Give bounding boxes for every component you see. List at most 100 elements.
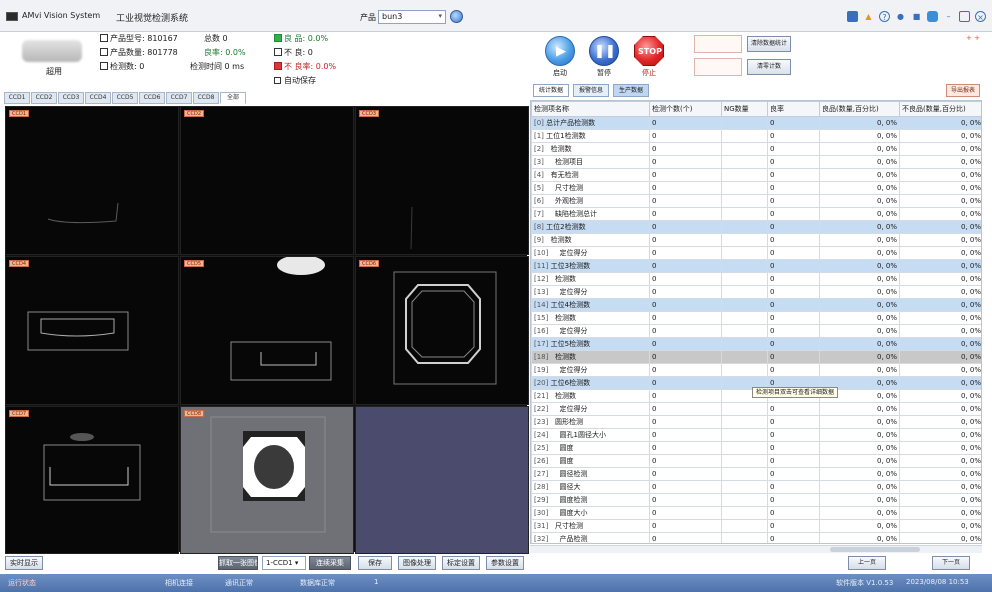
table-row[interactable]: [4] 有无检测 0 0 0, 0% 0, 0% [531,168,981,182]
camera-view-7[interactable]: CCD7 [5,406,179,554]
row-name: [3] 检测项目 [531,155,650,169]
count-display-1 [694,35,742,53]
maximize-icon[interactable] [959,11,970,22]
calibration-button[interactable]: 标定设置 [442,556,480,570]
row-bad: 0, 0% [899,194,981,208]
table-row[interactable]: [25] 圆度 0 0 0, 0% 0, 0% [531,441,981,455]
export-report-button[interactable]: 导出报表 [946,84,980,97]
camera-view-4[interactable]: CCD4 [5,256,179,405]
column-header[interactable]: 检测个数(个) [649,101,722,117]
table-row[interactable]: [5] 尺寸检测 0 0 0, 0% 0, 0% [531,181,981,195]
row-count: 0 [649,363,722,377]
live-capture-button[interactable]: 连续采集 [309,556,351,570]
reset-stats-button[interactable]: 清除数据统计 [747,36,791,52]
table-row[interactable]: [7] 缺陷检测总计 0 0 0, 0% 0, 0% [531,207,981,221]
param-settings-button[interactable]: 参数设置 [486,556,524,570]
prev-page-button[interactable]: 上一页 [848,556,886,570]
camera-image-8 [210,416,326,533]
table-row[interactable]: [18] 检测数 0 0 0, 0% 0, 0% [531,350,981,364]
next-page-button[interactable]: 下一页 [932,556,970,570]
auto-save-checkbox[interactable]: 自动保存 [274,75,316,86]
clear-count-button[interactable]: 清零计数 [747,59,791,75]
table-row[interactable]: [9] 检测数 0 0 0, 0% 0, 0% [531,233,981,247]
table-row[interactable]: [31] 尺寸检测 0 0 0, 0% 0, 0% [531,519,981,533]
column-header[interactable]: 不良品(数量,百分比) [899,101,981,117]
lock-icon[interactable]: ■ [911,11,922,22]
camera-view-3[interactable]: CCD3 [355,106,529,255]
table-row[interactable]: [8] 工位2检测数 0 0 0, 0% 0, 0% [531,220,981,234]
scrollbar-thumb[interactable] [830,547,920,552]
camera-view-2[interactable]: CCD2 [180,106,354,255]
tab-ccd5[interactable]: CCD5 [112,92,138,104]
layout-icon[interactable] [847,11,858,22]
tab-ccd2[interactable]: CCD2 [31,92,57,104]
table-row[interactable]: [0] 总计产品检测数 0 0 0, 0% 0, 0% [531,116,981,130]
table-row[interactable]: [17] 工位5检测数 0 0 0, 0% 0, 0% [531,337,981,351]
minimize-icon[interactable]: – [943,11,954,22]
table-row[interactable]: [15] 检测数 0 0 0, 0% 0, 0% [531,311,981,325]
product-select[interactable]: bun3 ▾ [378,10,446,24]
row-rate: 0 [767,285,820,299]
table-row[interactable]: [2] 检测数 0 0 0, 0% 0, 0% [531,142,981,156]
user-icon[interactable]: ● [895,11,906,22]
tab-ccd7[interactable]: CCD7 [166,92,192,104]
table-row[interactable]: [24] 圆孔1圆径大小 0 0 0, 0% 0, 0% [531,428,981,442]
tab-ccd4[interactable]: CCD4 [85,92,111,104]
close-icon[interactable]: × [975,11,986,22]
table-row[interactable]: [13] 定位得分 0 0 0, 0% 0, 0% [531,285,981,299]
table-row[interactable]: [28] 圆径大 0 0 0, 0% 0, 0% [531,480,981,494]
image-process-button[interactable]: 图像处理 [398,556,436,570]
table-row[interactable]: [3] 检测项目 0 0 0, 0% 0, 0% [531,155,981,169]
settings-icon[interactable] [927,11,938,22]
help-icon[interactable]: ? [879,11,890,22]
table-row[interactable]: [11] 工位3检测数 0 0 0, 0% 0, 0% [531,259,981,273]
alert-icon[interactable]: ▲ [863,11,874,22]
table-row[interactable]: [27] 圆径检测 0 0 0, 0% 0, 0% [531,467,981,481]
row-count: 0 [649,246,722,260]
column-header[interactable]: 良品(数量,百分比) [819,101,900,117]
tab-alarm[interactable]: 报警信息 [573,84,610,97]
column-header[interactable]: 良率 [767,101,820,117]
capture-button[interactable]: 抓取一张图像 [218,556,258,570]
table-row[interactable]: [32] 产品检测 0 0 0, 0% 0, 0% [531,532,981,543]
table-row[interactable]: [19] 定位得分 0 0 0, 0% 0, 0% [531,363,981,377]
table-row[interactable]: [10] 定位得分 0 0 0, 0% 0, 0% [531,246,981,260]
realtime-button[interactable]: 实时显示 [5,556,43,570]
column-header[interactable]: 检测项名称 [531,101,650,117]
tab-production[interactable]: 生产数据 [613,84,650,97]
tab-ccd8[interactable]: CCD8 [193,92,219,104]
row-bad: 0, 0% [899,298,981,312]
row-ng [721,116,768,130]
tab-ccd3[interactable]: CCD3 [58,92,84,104]
table-row[interactable]: [30] 圆度大小 0 0 0, 0% 0, 0% [531,506,981,520]
pause-button[interactable]: ❚❚ [589,36,619,66]
save-button[interactable]: 保存 [358,556,392,570]
camera-select[interactable]: 1-CCD1 ▾ [262,556,306,570]
stop-button[interactable]: STOP [634,36,664,66]
column-header[interactable]: NG数量 [721,101,768,117]
horizontal-scrollbar[interactable] [530,545,982,553]
table-row[interactable]: [26] 圆度 0 0 0, 0% 0, 0% [531,454,981,468]
table-row[interactable]: [6] 外观检测 0 0 0, 0% 0, 0% [531,194,981,208]
table-row[interactable]: [22] 定位得分 0 0 0, 0% 0, 0% [531,402,981,416]
table-row[interactable]: [12] 检测数 0 0 0, 0% 0, 0% [531,272,981,286]
tab-statistics[interactable]: 统计数据 [533,84,570,97]
table-row[interactable]: [29] 圆度检测 0 0 0, 0% 0, 0% [531,493,981,507]
camera-view-1[interactable]: CCD1 [5,106,179,255]
table-row[interactable]: [23] 圆形检测 0 0 0, 0% 0, 0% [531,415,981,429]
tab-ccd1[interactable]: CCD1 [4,92,30,104]
table-row[interactable]: [16] 定位得分 0 0 0, 0% 0, 0% [531,324,981,338]
product-confirm-icon[interactable] [450,10,463,23]
table-row[interactable]: [1] 工位1检测数 0 0 0, 0% 0, 0% [531,129,981,143]
tab-ccd6[interactable]: CCD6 [139,92,165,104]
row-ng [721,506,768,520]
tab-all[interactable]: 全部 [220,92,246,104]
start-button[interactable]: ▶ [545,36,575,66]
row-label: 检测项目 [546,158,584,166]
camera-view-6[interactable]: CCD6 [355,256,529,405]
row-count: 0 [649,207,722,221]
table-row[interactable]: [14] 工位4检测数 0 0 0, 0% 0, 0% [531,298,981,312]
camera-view-8[interactable]: CCD8 [180,406,354,554]
expand-icon[interactable]: + + [966,34,980,42]
camera-view-5[interactable]: CCD5 [180,256,354,405]
